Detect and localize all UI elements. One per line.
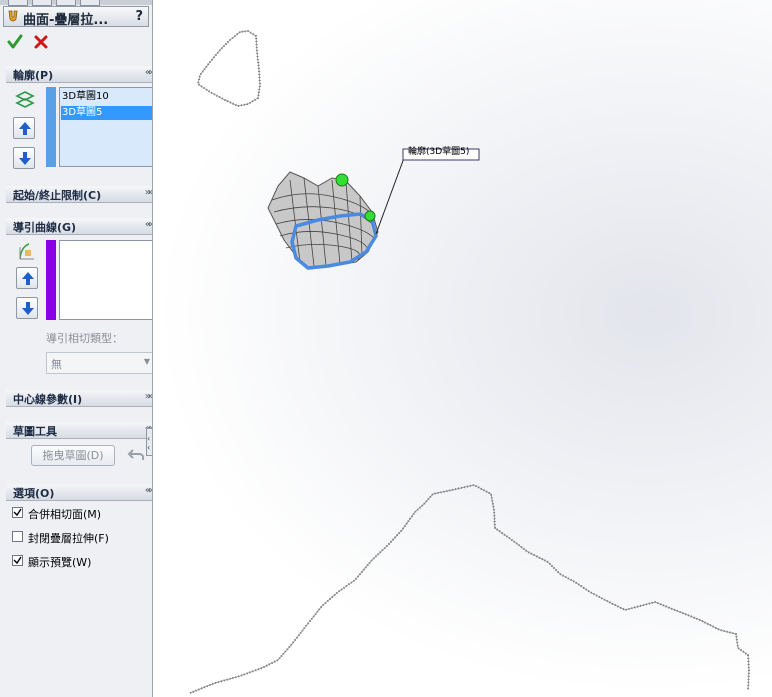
- panel-collapse-handle[interactable]: ‹ ‹: [146, 428, 152, 456]
- list-item[interactable]: 3D草圖5: [61, 106, 152, 120]
- callout-leader: [375, 157, 405, 235]
- expand-icon[interactable]: »»: [145, 391, 152, 402]
- option-label: 合併相切面(M): [28, 508, 102, 521]
- profile-callout-label[interactable]: 輪廓(3D草圖5): [408, 147, 469, 158]
- move-up-button[interactable]: [16, 267, 38, 289]
- drag-sketch-button[interactable]: 拖曳草圖(D): [31, 445, 115, 466]
- move-down-button[interactable]: [13, 147, 35, 169]
- guide-color-bar: [46, 240, 56, 320]
- loft-preview-surface[interactable]: [267, 171, 379, 270]
- arrow-up-icon: [19, 122, 31, 135]
- checkbox[interactable]: [12, 555, 23, 566]
- collapse-arrows-icon: ‹ ‹: [147, 434, 151, 452]
- option-label: 封閉疊層拉伸(F): [28, 532, 109, 545]
- tangency-type-value: 無: [51, 358, 62, 371]
- arrow-down-icon: [19, 152, 31, 165]
- tangency-type-select[interactable]: 無 ▼: [46, 352, 152, 374]
- sketch-tools-title: 草圖工具: [13, 425, 57, 438]
- chevron-down-icon: ▼: [143, 357, 150, 366]
- undo-icon[interactable]: [127, 446, 147, 464]
- help-icon[interactable]: ?: [135, 9, 143, 24]
- move-up-button[interactable]: [13, 117, 35, 139]
- cancel-button[interactable]: [33, 34, 49, 50]
- feature-title-bar: 曲面-疊層拉... ?: [3, 6, 149, 28]
- start-end-title: 起始/終止限制(C): [13, 189, 102, 202]
- sketch-tools-section-header[interactable]: 草圖工具 ««: [6, 422, 152, 439]
- list-item[interactable]: 3D草圖10: [61, 90, 152, 104]
- centerline-section-header[interactable]: 中心線參數(I) »»: [6, 390, 152, 407]
- guide-curves-title: 導引曲線(G): [13, 221, 77, 234]
- arrow-up-icon: [22, 272, 34, 285]
- feature-title: 曲面-疊層拉...: [23, 13, 109, 28]
- connector-handle[interactable]: [364, 210, 376, 222]
- checkbox[interactable]: [12, 507, 23, 518]
- profiles-title: 輪廓(P): [13, 69, 54, 82]
- tangency-type-label: 導引相切類型：: [46, 332, 123, 345]
- property-manager: 曲面-疊層拉... ? 輪廓(P) «« 3D草圖10 3D草圖5 起始/終止限…: [0, 0, 153, 697]
- loft-surface-icon: [8, 10, 18, 22]
- profile-icon: [15, 91, 35, 108]
- guide-curves-section-header[interactable]: 導引曲線(G) ««: [6, 218, 152, 235]
- guide-curve-icon: [19, 243, 34, 260]
- profiles-section-header[interactable]: 輪廓(P) ««: [6, 66, 152, 83]
- options-title: 選項(O): [13, 487, 55, 500]
- centerline-title: 中心線參數(I): [13, 393, 83, 406]
- profile-color-bar: [46, 87, 56, 167]
- collapse-icon[interactable]: ««: [145, 67, 152, 78]
- ok-button[interactable]: [7, 34, 23, 50]
- move-down-button[interactable]: [16, 297, 38, 319]
- start-end-section-header[interactable]: 起始/終止限制(C) »»: [6, 186, 152, 203]
- guide-curves-list[interactable]: [59, 240, 152, 320]
- collapse-icon[interactable]: ««: [145, 485, 152, 496]
- arrow-down-icon: [22, 302, 34, 315]
- expand-icon[interactable]: »»: [145, 187, 152, 198]
- connector-handle[interactable]: [335, 173, 349, 187]
- graphics-area[interactable]: 輪廓(3D草圖5): [153, 0, 772, 697]
- profiles-list[interactable]: 3D草圖10 3D草圖5: [59, 87, 152, 167]
- manager-tabs: [0, 0, 152, 6]
- model-canvas[interactable]: [153, 0, 772, 697]
- options-section-header[interactable]: 選項(O) ««: [6, 484, 152, 501]
- option-label: 顯示預覽(W): [28, 556, 92, 569]
- sketch-curve-3d-10[interactable]: [196, 29, 262, 108]
- collapse-icon[interactable]: ««: [145, 219, 152, 230]
- checkbox[interactable]: [12, 531, 23, 542]
